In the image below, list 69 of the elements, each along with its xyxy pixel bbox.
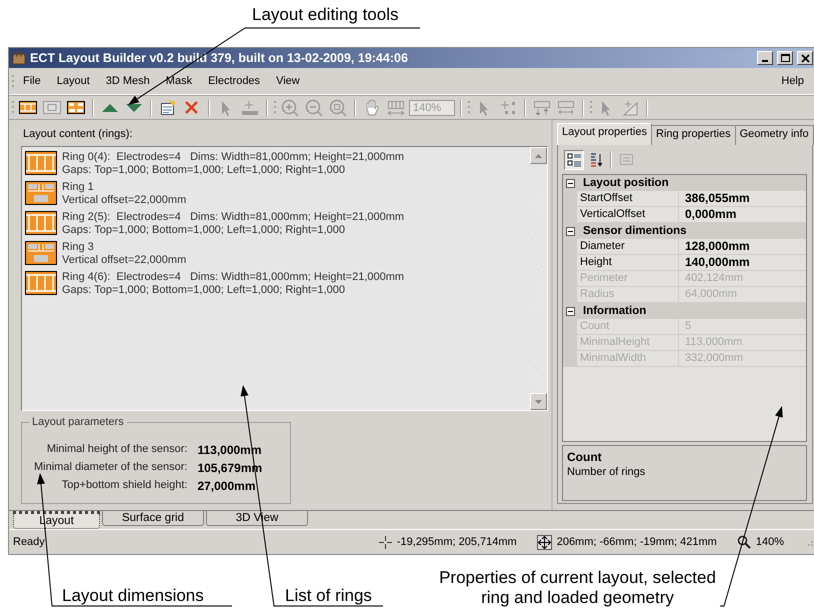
maximize-button[interactable] xyxy=(777,51,793,65)
scroll-up-icon[interactable] xyxy=(535,154,542,158)
ring-description[interactable]: Ring 0(4): Electrodes=4 Dims: Width=81,000mm; Height=21,000mm xyxy=(62,151,404,164)
panel-tab[interactable]: Geometry info xyxy=(734,125,814,145)
section-label: Layout content (rings): xyxy=(22,128,134,140)
view-tab[interactable]: Surface grid xyxy=(102,511,204,526)
panel-tab[interactable]: Layout properties xyxy=(557,123,652,145)
collapse-icon[interactable] xyxy=(566,226,575,236)
parameter-label: Top+bottom shield height: xyxy=(60,479,188,493)
parameter-label: Minimal diameter of the sensor: xyxy=(34,461,188,475)
ring-description[interactable]: Gaps: Top=1,000; Bottom=1,000; Left=1,000; Right=1,000 xyxy=(62,164,404,177)
menu-item[interactable]: View xyxy=(268,73,308,89)
menu-item[interactable]: Layout xyxy=(48,73,98,89)
property-category[interactable]: Information xyxy=(583,305,646,317)
close-icon[interactable] xyxy=(800,53,810,63)
ring-description[interactable]: Gaps: Top=1,000; Bottom=1,000; Left=1,000; Right=1,000 xyxy=(62,224,404,237)
status-text: 140% xyxy=(756,536,784,548)
collapse-icon[interactable] xyxy=(566,178,575,188)
app-icon xyxy=(11,50,27,66)
crosshair-icon xyxy=(378,536,392,548)
property-name[interactable]: VerticalOffset xyxy=(577,207,679,222)
property-row[interactable]: Height 140,000mm xyxy=(563,255,806,271)
property-value[interactable]: 0,000mm xyxy=(679,207,806,222)
property-row[interactable]: Diameter 128,000mm xyxy=(563,239,806,255)
parameter-label: Minimal height of the sensor: xyxy=(46,443,188,457)
menu-item[interactable]: File xyxy=(15,73,49,89)
ring-description[interactable]: Ring 3 xyxy=(62,241,186,254)
parameter-value: 27,000mm xyxy=(197,479,256,493)
property-value[interactable]: 128,000mm xyxy=(679,239,806,254)
close-button[interactable] xyxy=(797,51,813,65)
ring-description[interactable]: Vertical offset=22,000mm xyxy=(62,194,186,207)
properties-icon[interactable] xyxy=(158,98,178,118)
categorized-view-icon[interactable] xyxy=(566,152,582,168)
property-name[interactable]: Height xyxy=(577,255,679,270)
ring-description[interactable]: Gaps: Top=1,000; Bottom=1,000; Left=1,000; Right=1,000 xyxy=(62,284,404,297)
zoom-icon xyxy=(736,535,751,549)
ring-description[interactable]: Ring 2(5): Electrodes=4 Dims: Width=81,000mm; Height=21,000mm xyxy=(62,211,404,224)
status-text: -19,295mm; 205,714mm xyxy=(396,536,517,548)
callout-label: Properties of current layout, selected ring and loaded geometry xyxy=(438,568,717,608)
ring-description[interactable]: Vertical offset=22,000mm xyxy=(62,254,186,267)
scroll-down-icon[interactable] xyxy=(535,400,542,404)
callout-label: List of rings xyxy=(285,586,373,607)
collapse-icon[interactable] xyxy=(566,306,575,316)
ring-description[interactable]: Ring 1 xyxy=(62,181,186,194)
menu-item[interactable]: Help xyxy=(773,73,812,89)
menu-item[interactable]: Mask xyxy=(158,73,200,89)
property-name[interactable]: StartOffset xyxy=(577,191,679,206)
group-title: Layout parameters xyxy=(29,416,127,428)
menu-grip[interactable] xyxy=(11,73,15,89)
sort-icon[interactable] xyxy=(588,152,604,168)
minimize-button[interactable] xyxy=(757,51,773,65)
description-title: Count xyxy=(567,450,603,464)
callout-label: Layout editing tools xyxy=(252,5,398,24)
property-name[interactable]: Diameter xyxy=(577,239,679,254)
menu-item[interactable]: 3D Mesh xyxy=(98,73,158,89)
property-value[interactable]: 140,000mm xyxy=(679,255,806,270)
description-text: Number of rings xyxy=(567,466,646,478)
property-value[interactable]: 386,055mm xyxy=(679,191,806,206)
menu-item[interactable]: Electrodes xyxy=(200,73,268,89)
scrollbar[interactable] xyxy=(530,147,547,410)
move-arrows-icon xyxy=(536,534,552,550)
ring-description[interactable]: Ring 4(6): Electrodes=4 Dims: Width=81,000mm; Height=21,000mm xyxy=(62,271,404,284)
callout-label: Layout dimensions xyxy=(62,586,205,607)
property-row[interactable]: StartOffset 386,055mm xyxy=(563,191,806,207)
status-text: 206mm; -66mm; -19mm; 421mm xyxy=(556,536,717,548)
panel-tab[interactable]: Ring properties xyxy=(651,125,736,145)
maximize-icon[interactable] xyxy=(780,53,790,63)
property-row[interactable]: VerticalOffset 0,000mm xyxy=(563,207,806,223)
status-text: Ready xyxy=(13,536,46,548)
